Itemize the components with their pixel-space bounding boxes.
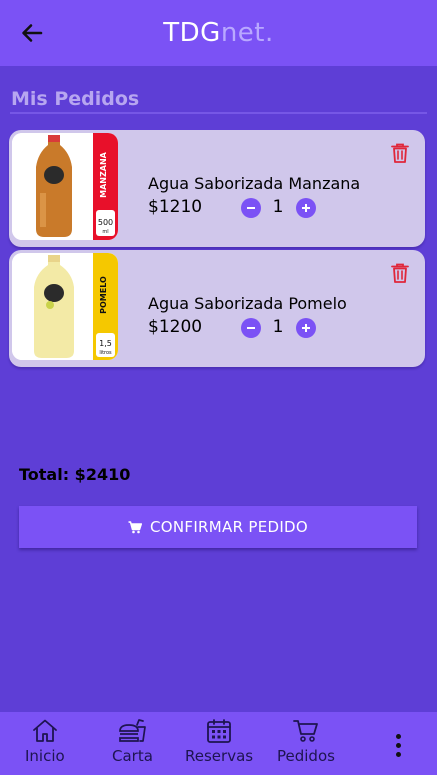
burger-drink-icon	[119, 719, 147, 742]
trash-icon	[391, 263, 409, 283]
nav-item-inicio[interactable]: Inicio	[25, 718, 65, 765]
label-size: 500	[98, 218, 113, 227]
brand-logo: TDGnet.	[163, 18, 274, 48]
back-arrow-icon[interactable]	[18, 19, 46, 47]
page-title: Mis Pedidos	[11, 88, 140, 110]
delete-item-button[interactable]	[389, 261, 411, 285]
nav-item-carta[interactable]: Carta	[112, 718, 153, 765]
label-unit: litros	[99, 350, 112, 356]
decrease-quantity-button[interactable]	[241, 318, 261, 338]
label-flavor: POMELO	[99, 276, 108, 314]
product-image: MANZANA 500 ml	[12, 133, 118, 240]
increase-quantity-button[interactable]	[296, 318, 316, 338]
product-price: $1210	[148, 197, 203, 217]
decrease-quantity-button[interactable]	[241, 198, 261, 218]
order-item: POMELO 1,5 litros Agua Saborizada Pomelo…	[9, 250, 425, 367]
order-total: Total: $2410	[19, 465, 131, 484]
more-vertical-icon[interactable]	[388, 730, 408, 760]
plus-icon	[302, 204, 310, 212]
brand-suffix: net.	[220, 18, 274, 48]
label-unit: ml	[102, 229, 108, 235]
cart-icon	[293, 720, 318, 742]
minus-icon	[247, 327, 255, 329]
brand-main: TDG	[163, 18, 221, 48]
nav-label: Carta	[112, 747, 153, 765]
plus-icon	[302, 324, 310, 332]
product-image: POMELO 1,5 litros	[12, 253, 118, 360]
minus-icon	[247, 207, 255, 209]
confirm-order-label: CONFIRMAR PEDIDO	[149, 518, 309, 536]
nav-label: Pedidos	[277, 747, 335, 765]
nav-item-reservas[interactable]: Reservas	[185, 718, 253, 765]
trash-icon	[391, 143, 409, 163]
label-flavor: MANZANA	[99, 151, 108, 198]
quantity-value: 1	[272, 197, 284, 217]
nav-item-pedidos[interactable]: Pedidos	[277, 718, 335, 765]
label-size: 1,5	[99, 339, 112, 348]
product-name: Agua Saborizada Pomelo	[148, 294, 347, 313]
confirm-order-button[interactable]: CONFIRMAR PEDIDO	[19, 506, 417, 548]
title-divider	[10, 112, 427, 114]
order-item: MANZANA 500 ml Agua Saborizada Manzana $…	[9, 130, 425, 247]
calendar-icon	[207, 719, 231, 743]
bottom-navigation: Inicio Carta Reservas Pedidos	[0, 712, 437, 775]
nav-label: Reservas	[185, 747, 254, 765]
home-icon	[32, 719, 57, 742]
product-name: Agua Saborizada Manzana	[148, 174, 361, 193]
delete-item-button[interactable]	[389, 141, 411, 165]
product-price: $1200	[148, 317, 203, 337]
nav-label: Inicio	[25, 747, 65, 765]
increase-quantity-button[interactable]	[296, 198, 316, 218]
cart-icon	[128, 520, 142, 533]
app-bar: TDGnet.	[0, 0, 437, 66]
quantity-value: 1	[272, 317, 284, 337]
